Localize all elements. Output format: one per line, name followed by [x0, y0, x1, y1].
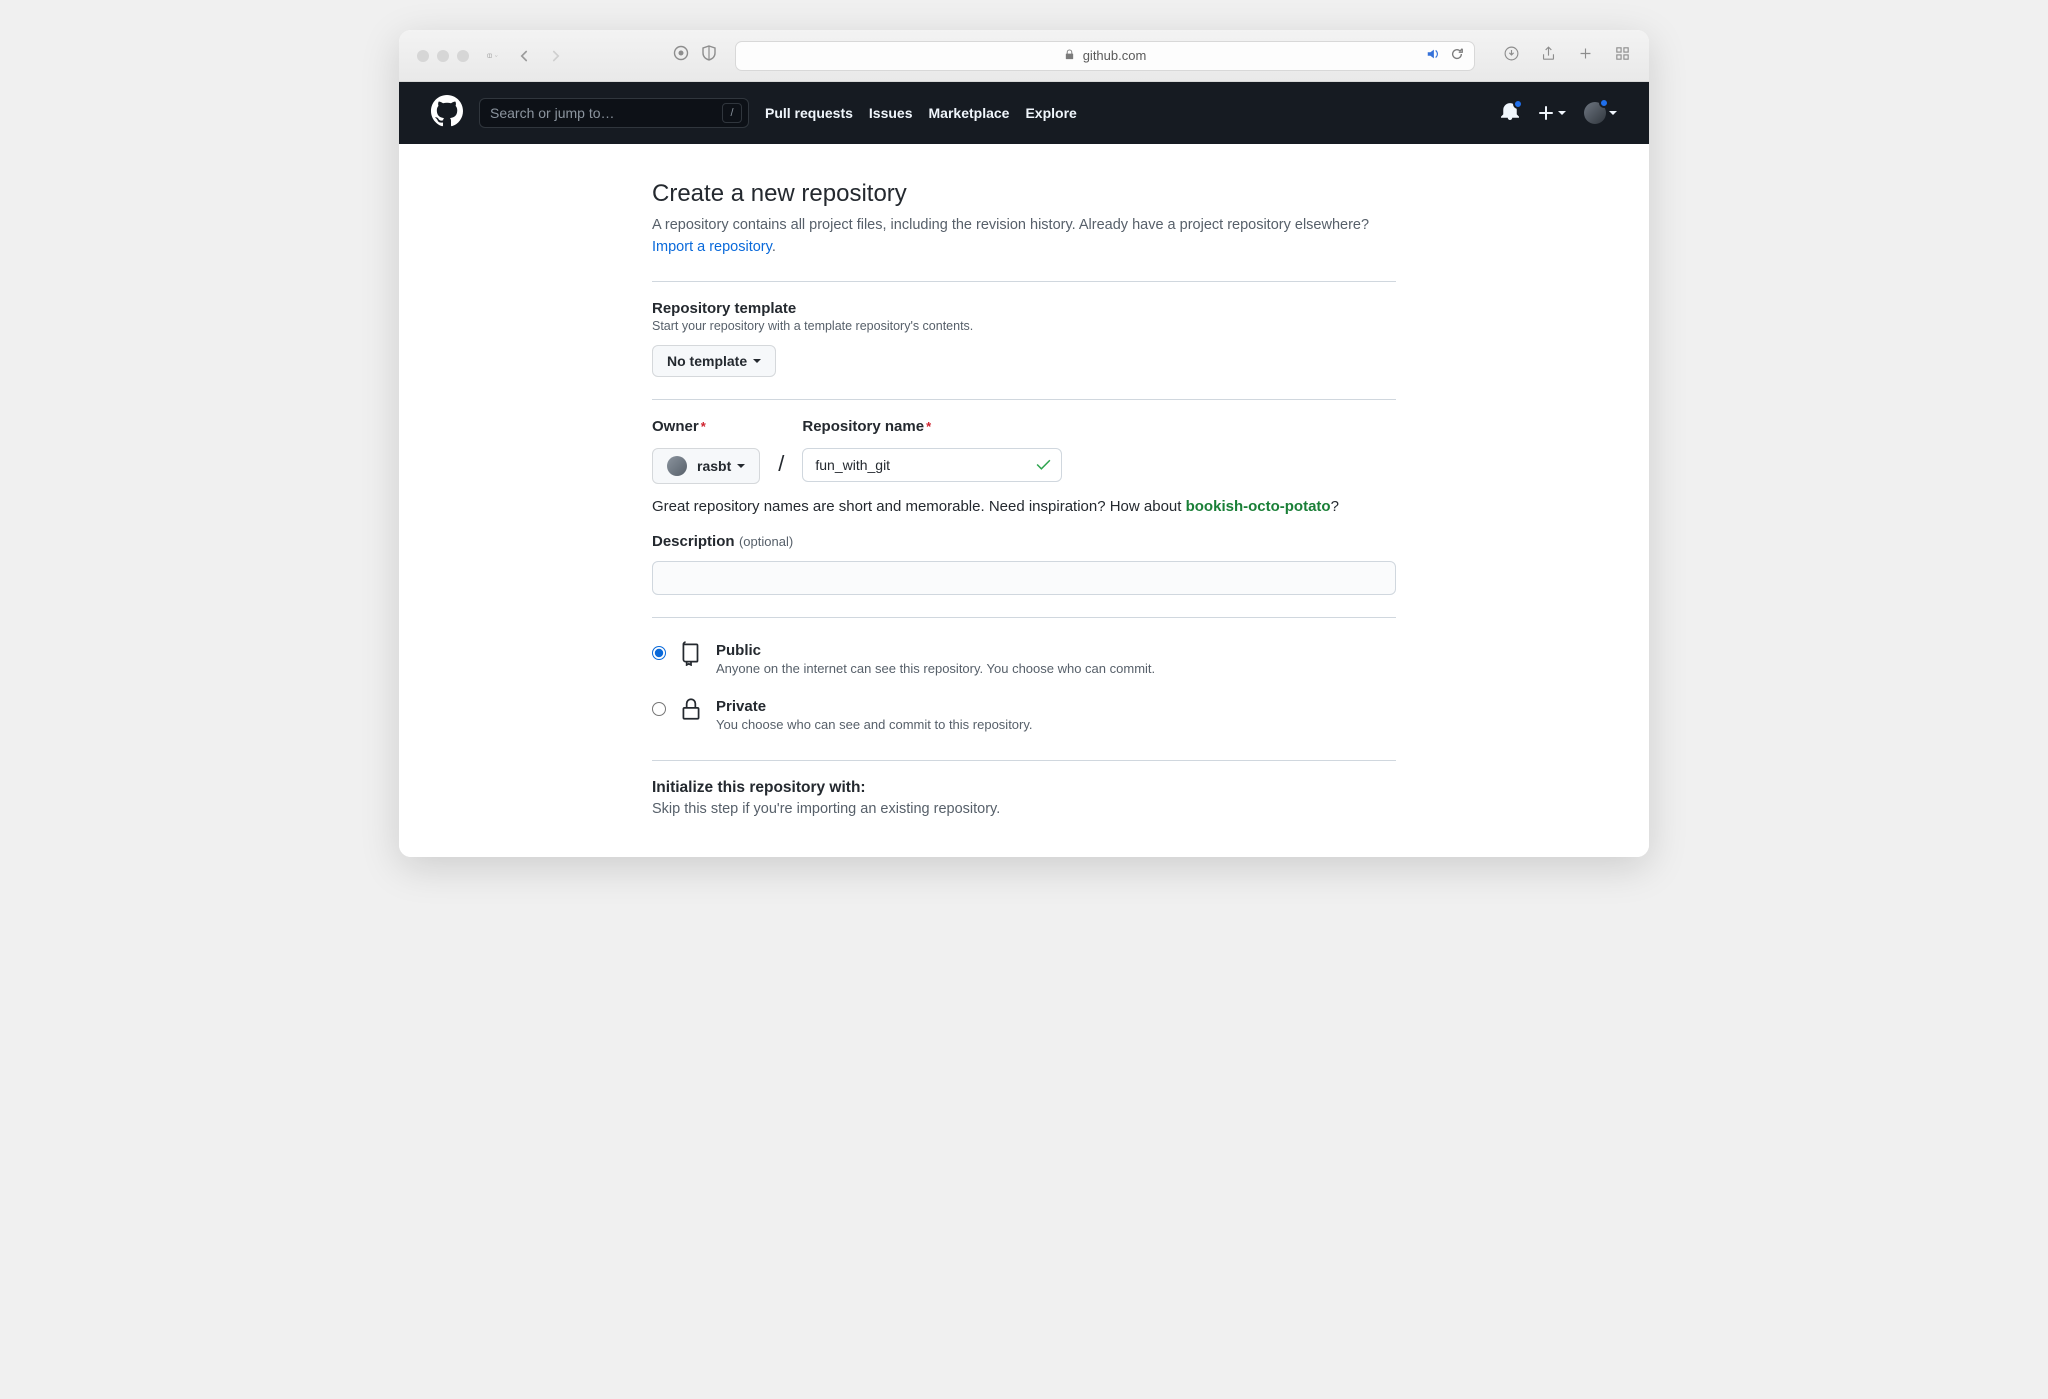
nav-issues[interactable]: Issues [869, 105, 913, 121]
status-dot [1599, 98, 1609, 108]
template-label: Repository template [652, 300, 1396, 317]
sidebar-toggle-button[interactable] [487, 51, 499, 61]
visibility-public-row[interactable]: Public Anyone on the internet can see th… [652, 636, 1396, 682]
template-select[interactable]: No template [652, 345, 776, 377]
private-radio[interactable] [652, 702, 666, 716]
close-window-button[interactable] [417, 50, 429, 62]
description-input[interactable] [652, 561, 1396, 595]
lock-icon [1064, 48, 1075, 63]
optional-label: (optional) [739, 534, 793, 549]
create-new-dropdown[interactable] [1537, 104, 1566, 122]
notification-dot [1513, 99, 1523, 109]
new-tab-button[interactable] [1577, 45, 1594, 67]
suggested-name[interactable]: bookish-octo-potato [1186, 498, 1331, 515]
public-radio[interactable] [652, 646, 666, 660]
public-title: Public [716, 642, 1155, 659]
slash-key-icon: / [722, 103, 742, 123]
initialize-heading: Initialize this repository with: [652, 779, 1396, 797]
page-subhead: A repository contains all project files,… [652, 214, 1396, 259]
check-icon [1035, 456, 1052, 478]
github-logo[interactable] [431, 95, 463, 132]
divider [652, 617, 1396, 618]
back-button[interactable] [515, 47, 533, 65]
browser-toolbar: github.com [399, 30, 1649, 82]
forward-button[interactable] [547, 47, 565, 65]
chevron-down-icon [1609, 111, 1617, 115]
nav-pull-requests[interactable]: Pull requests [765, 105, 853, 121]
initialize-sub: Skip this step if you're importing an ex… [652, 801, 1396, 817]
divider [652, 281, 1396, 282]
url-host: github.com [1083, 48, 1147, 63]
chevron-down-icon [753, 359, 761, 363]
chevron-down-icon [494, 51, 499, 61]
private-title: Private [716, 698, 1033, 715]
notifications-button[interactable] [1501, 102, 1519, 125]
name-tip: Great repository names are short and mem… [652, 498, 1396, 515]
minimize-window-button[interactable] [437, 50, 449, 62]
privacy-report-icon[interactable] [673, 45, 689, 66]
private-desc: You choose who can see and commit to thi… [716, 717, 1033, 732]
shield-icon[interactable] [701, 45, 717, 66]
reload-button[interactable] [1450, 47, 1464, 64]
avatar [667, 456, 687, 476]
page-title: Create a new repository [652, 180, 1396, 208]
zoom-window-button[interactable] [457, 50, 469, 62]
owner-label: Owner* [652, 418, 706, 435]
address-bar[interactable]: github.com [735, 41, 1475, 71]
repo-name-input[interactable] [802, 448, 1062, 482]
repo-name-label: Repository name* [802, 418, 931, 435]
search-input[interactable]: Search or jump to… / [479, 98, 749, 128]
nav-explore[interactable]: Explore [1025, 105, 1076, 121]
user-menu[interactable] [1584, 102, 1617, 124]
audio-icon[interactable] [1426, 47, 1440, 64]
path-separator: / [778, 451, 784, 484]
downloads-button[interactable] [1503, 45, 1520, 67]
browser-window: github.com Search or jump to… / Pull req… [399, 30, 1649, 857]
tab-overview-button[interactable] [1614, 45, 1631, 67]
primary-nav: Pull requests Issues Marketplace Explore [765, 105, 1077, 121]
nav-marketplace[interactable]: Marketplace [929, 105, 1010, 121]
github-header: Search or jump to… / Pull requests Issue… [399, 82, 1649, 144]
share-button[interactable] [1540, 45, 1557, 67]
description-label: Description [652, 533, 735, 550]
divider [652, 760, 1396, 761]
public-desc: Anyone on the internet can see this repo… [716, 661, 1155, 676]
lock-icon [678, 698, 704, 727]
search-placeholder: Search or jump to… [490, 105, 615, 121]
divider [652, 399, 1396, 400]
traffic-lights [417, 50, 469, 62]
repo-icon [678, 642, 704, 671]
chevron-down-icon [737, 464, 745, 468]
visibility-private-row[interactable]: Private You choose who can see and commi… [652, 692, 1396, 738]
import-repo-link[interactable]: Import a repository [652, 239, 772, 255]
template-hint: Start your repository with a template re… [652, 319, 1396, 333]
chevron-down-icon [1558, 111, 1566, 115]
page-content: Create a new repository A repository con… [399, 144, 1649, 857]
owner-select[interactable]: rasbt [652, 448, 760, 484]
